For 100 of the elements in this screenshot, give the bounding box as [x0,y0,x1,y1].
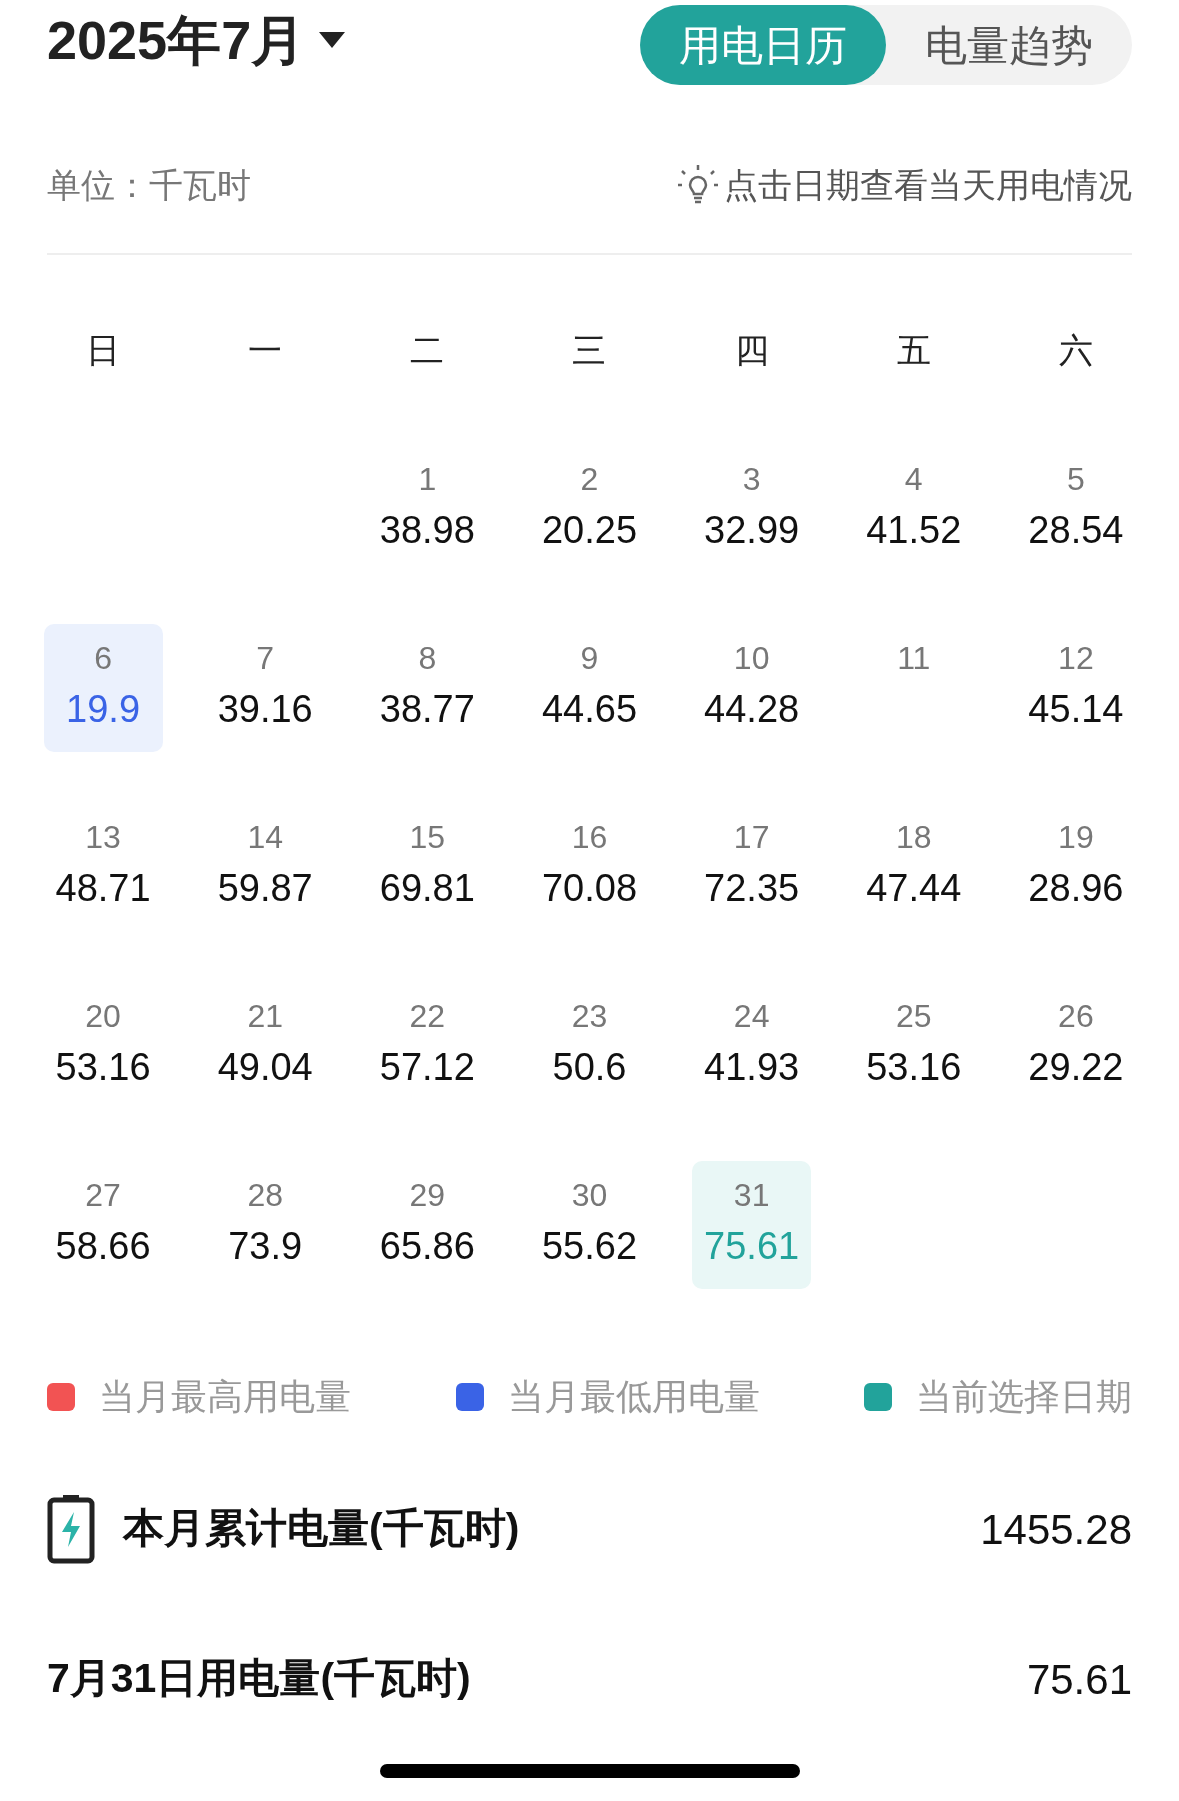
calendar-day[interactable]: 14 59.87 [205,803,325,931]
calendar-day[interactable]: 7 39.16 [205,624,325,752]
day-number: 16 [571,818,608,857]
weekday-label: 二 [409,329,446,371]
day-number: 14 [247,818,283,857]
hint-text: 点击日期查看当天用电情况 [724,164,1132,206]
calendar-day[interactable]: 30 55.62 [530,1161,649,1289]
calendar-day[interactable]: 26 29.22 [1016,982,1136,1110]
day-usage: 75.61 [704,1224,800,1269]
calendar-day[interactable]: 28 73.9 [205,1161,325,1289]
weekday-label: 五 [895,329,932,371]
day-usage: 44.65 [541,687,638,732]
day-number: 31 [733,1176,770,1215]
calendar-day[interactable]: 27 58.66 [43,1161,163,1289]
summary-label: 本月累计电量(千瓦时) [123,1504,520,1554]
day-number: 1 [418,460,437,499]
day-usage: 29.22 [1028,1045,1124,1090]
calendar-day[interactable]: 3 32.99 [692,445,812,573]
day-usage: 48.71 [55,866,151,911]
calendar-day[interactable]: 24 41.93 [692,982,812,1110]
day-number: 19 [1058,818,1094,857]
day-usage: 32.99 [704,508,800,553]
day-usage: 47.44 [866,866,962,911]
calendar-day[interactable]: 29 65.86 [367,1161,487,1289]
summary-value: 75.61 [1026,1654,1132,1705]
legend-label: 当前选择日期 [916,1375,1132,1419]
day-number: 24 [733,997,770,1036]
day-usage: 59.87 [217,866,313,911]
weekday-label: 日 [85,329,122,371]
calendar-day[interactable]: 2 20.25 [530,445,649,573]
day-number: 4 [904,460,923,499]
day-usage: 55.62 [541,1224,638,1269]
calendar-day[interactable]: 23 50.6 [530,982,649,1110]
day-number: 26 [1058,997,1094,1036]
day-usage: 53.16 [866,1045,962,1090]
day-number: 5 [1067,460,1085,499]
day-number: 3 [742,460,761,499]
day-usage: 39.16 [217,687,313,732]
dropdown-caret-icon[interactable] [317,30,348,50]
day-usage: 58.66 [55,1224,151,1269]
day-number: 11 [897,639,931,678]
day-number: 9 [580,639,599,678]
day-usage: 57.12 [379,1045,475,1090]
day-usage: 38.98 [379,508,475,553]
day-usage: 45.14 [1028,687,1124,732]
calendar-day[interactable]: 8 38.77 [367,624,487,752]
unit-label: 单位：千瓦时 [47,164,251,206]
calendar-day[interactable]: 15 69.81 [367,803,487,931]
day-number: 18 [895,818,932,857]
calendar-day[interactable]: 1 38.98 [367,445,487,573]
day-number: 28 [247,1176,283,1215]
calendar-day[interactable]: 22 57.12 [367,982,487,1110]
month-title[interactable]: 2025年7月 [47,5,306,75]
calendar-day[interactable]: 12 45.14 [1016,624,1136,752]
day-usage: 73.9 [228,1224,303,1269]
view-tab[interactable]: 电量趋势 [886,5,1132,85]
day-usage: 69.81 [379,866,475,911]
day-number: 8 [418,639,437,678]
day-number: 21 [247,997,283,1036]
calendar-day[interactable]: 18 47.44 [854,803,974,931]
day-number: 20 [85,997,121,1036]
day-usage: 65.86 [379,1224,475,1269]
calendar-day[interactable]: 5 28.54 [1016,445,1136,573]
day-usage: 38.77 [379,687,475,732]
calendar-day[interactable]: 17 72.35 [692,803,812,931]
calendar-day[interactable]: 25 53.16 [854,982,974,1110]
weekday-label: 六 [1057,329,1094,371]
calendar-day[interactable]: 9 44.65 [530,624,649,752]
calendar-day[interactable]: 16 70.08 [530,803,649,931]
calendar-day[interactable]: 11 [854,624,974,752]
day-number: 29 [409,1176,446,1215]
day-number: 6 [94,639,112,678]
day-number: 13 [85,818,121,857]
calendar-day[interactable]: 21 49.04 [205,982,325,1110]
day-number: 22 [409,997,446,1036]
legend-label: 当月最高用电量 [99,1375,351,1419]
day-number: 23 [571,997,608,1036]
day-usage: 28.96 [1028,866,1124,911]
day-usage: 70.08 [541,866,638,911]
day-usage: 28.54 [1028,508,1124,553]
calendar-day[interactable]: 4 41.52 [854,445,974,573]
day-usage: 41.93 [704,1045,800,1090]
day-number: 10 [733,639,770,678]
battery-charging-icon [47,1494,95,1564]
calendar-day[interactable]: 31 75.61 [692,1161,812,1289]
summary-value: 1455.28 [980,1504,1132,1555]
day-usage: 72.35 [704,866,800,911]
calendar-day[interactable]: 20 53.16 [43,982,163,1110]
day-usage: 20.25 [541,508,638,553]
calendar-day[interactable]: 19 28.96 [1016,803,1136,931]
day-number: 7 [256,639,275,678]
weekday-label: 四 [733,329,770,371]
day-number: 27 [85,1176,121,1215]
calendar-day[interactable]: 13 48.71 [43,803,163,931]
day-usage: 19.9 [66,687,141,732]
calendar-day[interactable]: 10 44.28 [692,624,812,752]
day-usage: 49.04 [217,1045,313,1090]
calendar-day[interactable]: 6 19.9 [43,624,163,752]
day-number: 30 [571,1176,608,1215]
day-number: 25 [895,997,932,1036]
